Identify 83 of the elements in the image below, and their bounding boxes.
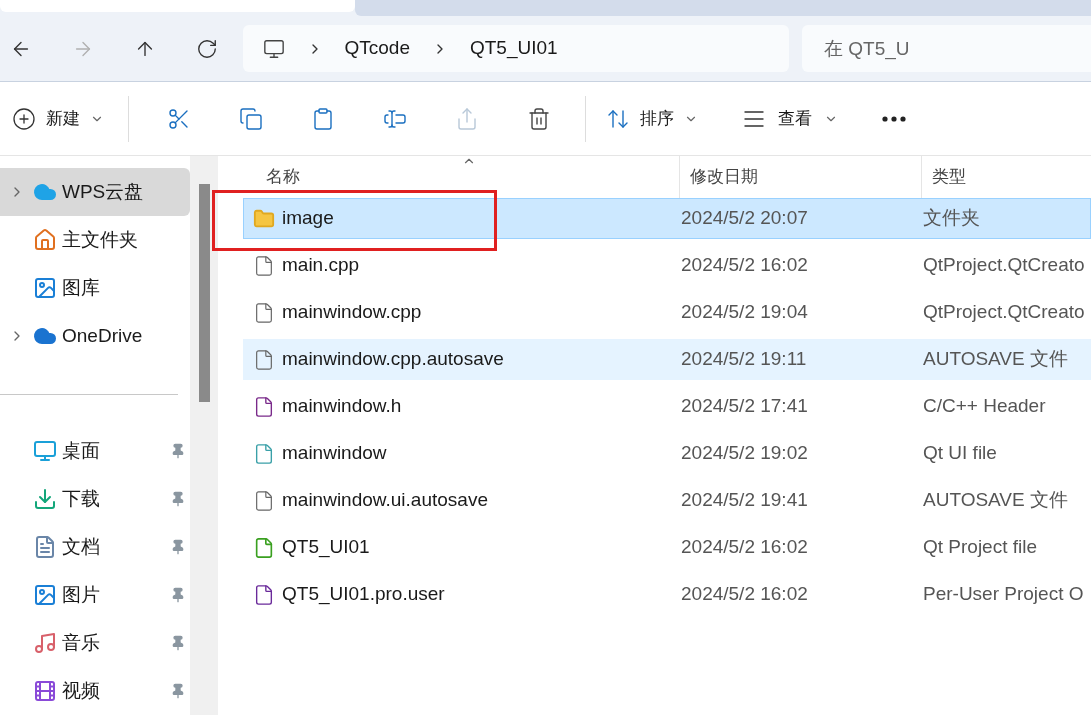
sidebar-item[interactable]: 图片 (0, 571, 190, 619)
music-icon (33, 631, 57, 655)
file-type: QtProject.QtCreato (923, 253, 1086, 278)
image-icon (33, 583, 57, 607)
file-row[interactable]: mainwindow.ui.autosave 2024/5/2 19:41 AUTOSAVE 文件 (243, 480, 1091, 521)
file-name: image (282, 206, 335, 231)
search-field[interactable]: 在 QT5_U (802, 25, 1091, 72)
file-type: AUTOSAVE 文件 (923, 488, 1069, 513)
sidebar-item[interactable]: OneDrive (0, 312, 190, 360)
file-type: 文件夹 (923, 206, 981, 231)
modified-date: 2024/5/2 17:41 (681, 394, 809, 419)
file-row[interactable]: mainwindow.cpp.autosave 2024/5/2 19:11 AUTOSAVE 文件 (243, 339, 1091, 380)
file-icon (253, 348, 275, 371)
file-type: Qt Project file (923, 535, 1039, 560)
scrollbar-thumb[interactable] (198, 184, 210, 402)
breadcrumb-item[interactable]: QTcode (344, 34, 410, 63)
file-name: mainwindow.cpp.autosave (282, 347, 505, 372)
home-icon (33, 228, 57, 252)
sidebar-item[interactable]: 图库 (0, 264, 190, 312)
modified-date: 2024/5/2 20:07 (681, 206, 809, 231)
column-header[interactable]: 修改日期 (690, 164, 758, 190)
modified-date: 2024/5/2 19:11 (681, 347, 808, 372)
address-bar[interactable]: QTcode QT5_UI01 (242, 25, 789, 72)
document-icon (33, 535, 57, 559)
file-icon (253, 489, 275, 512)
folder-icon (253, 207, 275, 230)
sidebar-item[interactable]: 视频 (0, 667, 190, 715)
desktop-icon (33, 439, 57, 463)
pin-icon[interactable] (170, 683, 186, 699)
modified-date: 2024/5/2 19:02 (681, 441, 809, 466)
plus-icon (12, 106, 36, 131)
file-name: mainwindow.h (282, 394, 403, 419)
file-row[interactable]: QT5_UI01.pro.user 2024/5/2 16:02 Per-User Project O (243, 574, 1091, 615)
pin-icon[interactable] (170, 443, 186, 459)
modified-date: 2024/5/2 16:02 (681, 582, 809, 607)
file-row[interactable]: image 2024/5/2 20:07 文件夹 (243, 198, 1091, 239)
file-icon (253, 583, 275, 606)
sidebar-item[interactable]: 主文件夹 (0, 216, 190, 264)
file-row[interactable]: mainwindow.h 2024/5/2 17:41 C/C++ Header (243, 386, 1091, 427)
file-type: AUTOSAVE 文件 (923, 347, 1069, 372)
file-type: Per-User Project O (923, 582, 1085, 607)
computer-icon (262, 37, 285, 60)
file-name: mainwindow.cpp (282, 300, 423, 325)
file-name: main.cpp (282, 253, 361, 278)
file-icon (253, 254, 275, 277)
breadcrumb-item[interactable]: QT5_UI01 (470, 34, 558, 63)
file-row[interactable]: QT5_UI01 2024/5/2 16:02 Qt Project file (243, 527, 1091, 568)
column-header[interactable]: 类型 (932, 164, 966, 190)
pin-icon[interactable] (170, 587, 186, 603)
sidebar-item[interactable]: 下载 (0, 475, 190, 523)
download-icon (33, 487, 57, 511)
more-icon (882, 115, 906, 122)
new-button[interactable]: 新建 (12, 98, 114, 139)
film-icon (33, 679, 57, 703)
sidebar-item[interactable]: 音乐 (0, 619, 190, 667)
file-type: Qt UI file (923, 441, 998, 466)
sidebar-item[interactable]: WPS云盘 (0, 168, 190, 216)
modified-date: 2024/5/2 19:41 (681, 488, 809, 513)
file-row[interactable]: mainwindow.cpp 2024/5/2 19:04 QtProject.QtCreato (243, 292, 1091, 333)
modified-date: 2024/5/2 19:04 (681, 300, 809, 325)
sort-button[interactable]: 排序 (596, 98, 708, 139)
file-name: mainwindow (282, 441, 388, 466)
file-row[interactable]: main.cpp 2024/5/2 16:02 QtProject.QtCreato (243, 245, 1091, 286)
file-icon (253, 395, 275, 418)
file-icon (253, 536, 275, 559)
pin-icon[interactable] (170, 539, 186, 555)
view-button[interactable]: 查看 (732, 98, 848, 139)
column-header[interactable]: 名称 (266, 164, 300, 190)
pin-icon[interactable] (170, 635, 186, 651)
file-type: C/C++ Header (923, 394, 1047, 419)
modified-date: 2024/5/2 16:02 (681, 253, 809, 278)
file-icon (253, 301, 275, 324)
sidebar-item[interactable]: 桌面 (0, 427, 190, 475)
sidebar-item[interactable]: 文档 (0, 523, 190, 571)
file-icon (253, 442, 275, 465)
file-type: QtProject.QtCreato (923, 300, 1086, 325)
image-icon (33, 276, 57, 300)
file-name: QT5_UI01 (282, 535, 371, 560)
file-name: QT5_UI01.pro.user (282, 582, 446, 607)
file-row[interactable]: mainwindow 2024/5/2 19:02 Qt UI file (243, 433, 1091, 474)
modified-date: 2024/5/2 16:02 (681, 535, 809, 560)
pin-icon[interactable] (170, 491, 186, 507)
file-name: mainwindow.ui.autosave (282, 488, 489, 513)
